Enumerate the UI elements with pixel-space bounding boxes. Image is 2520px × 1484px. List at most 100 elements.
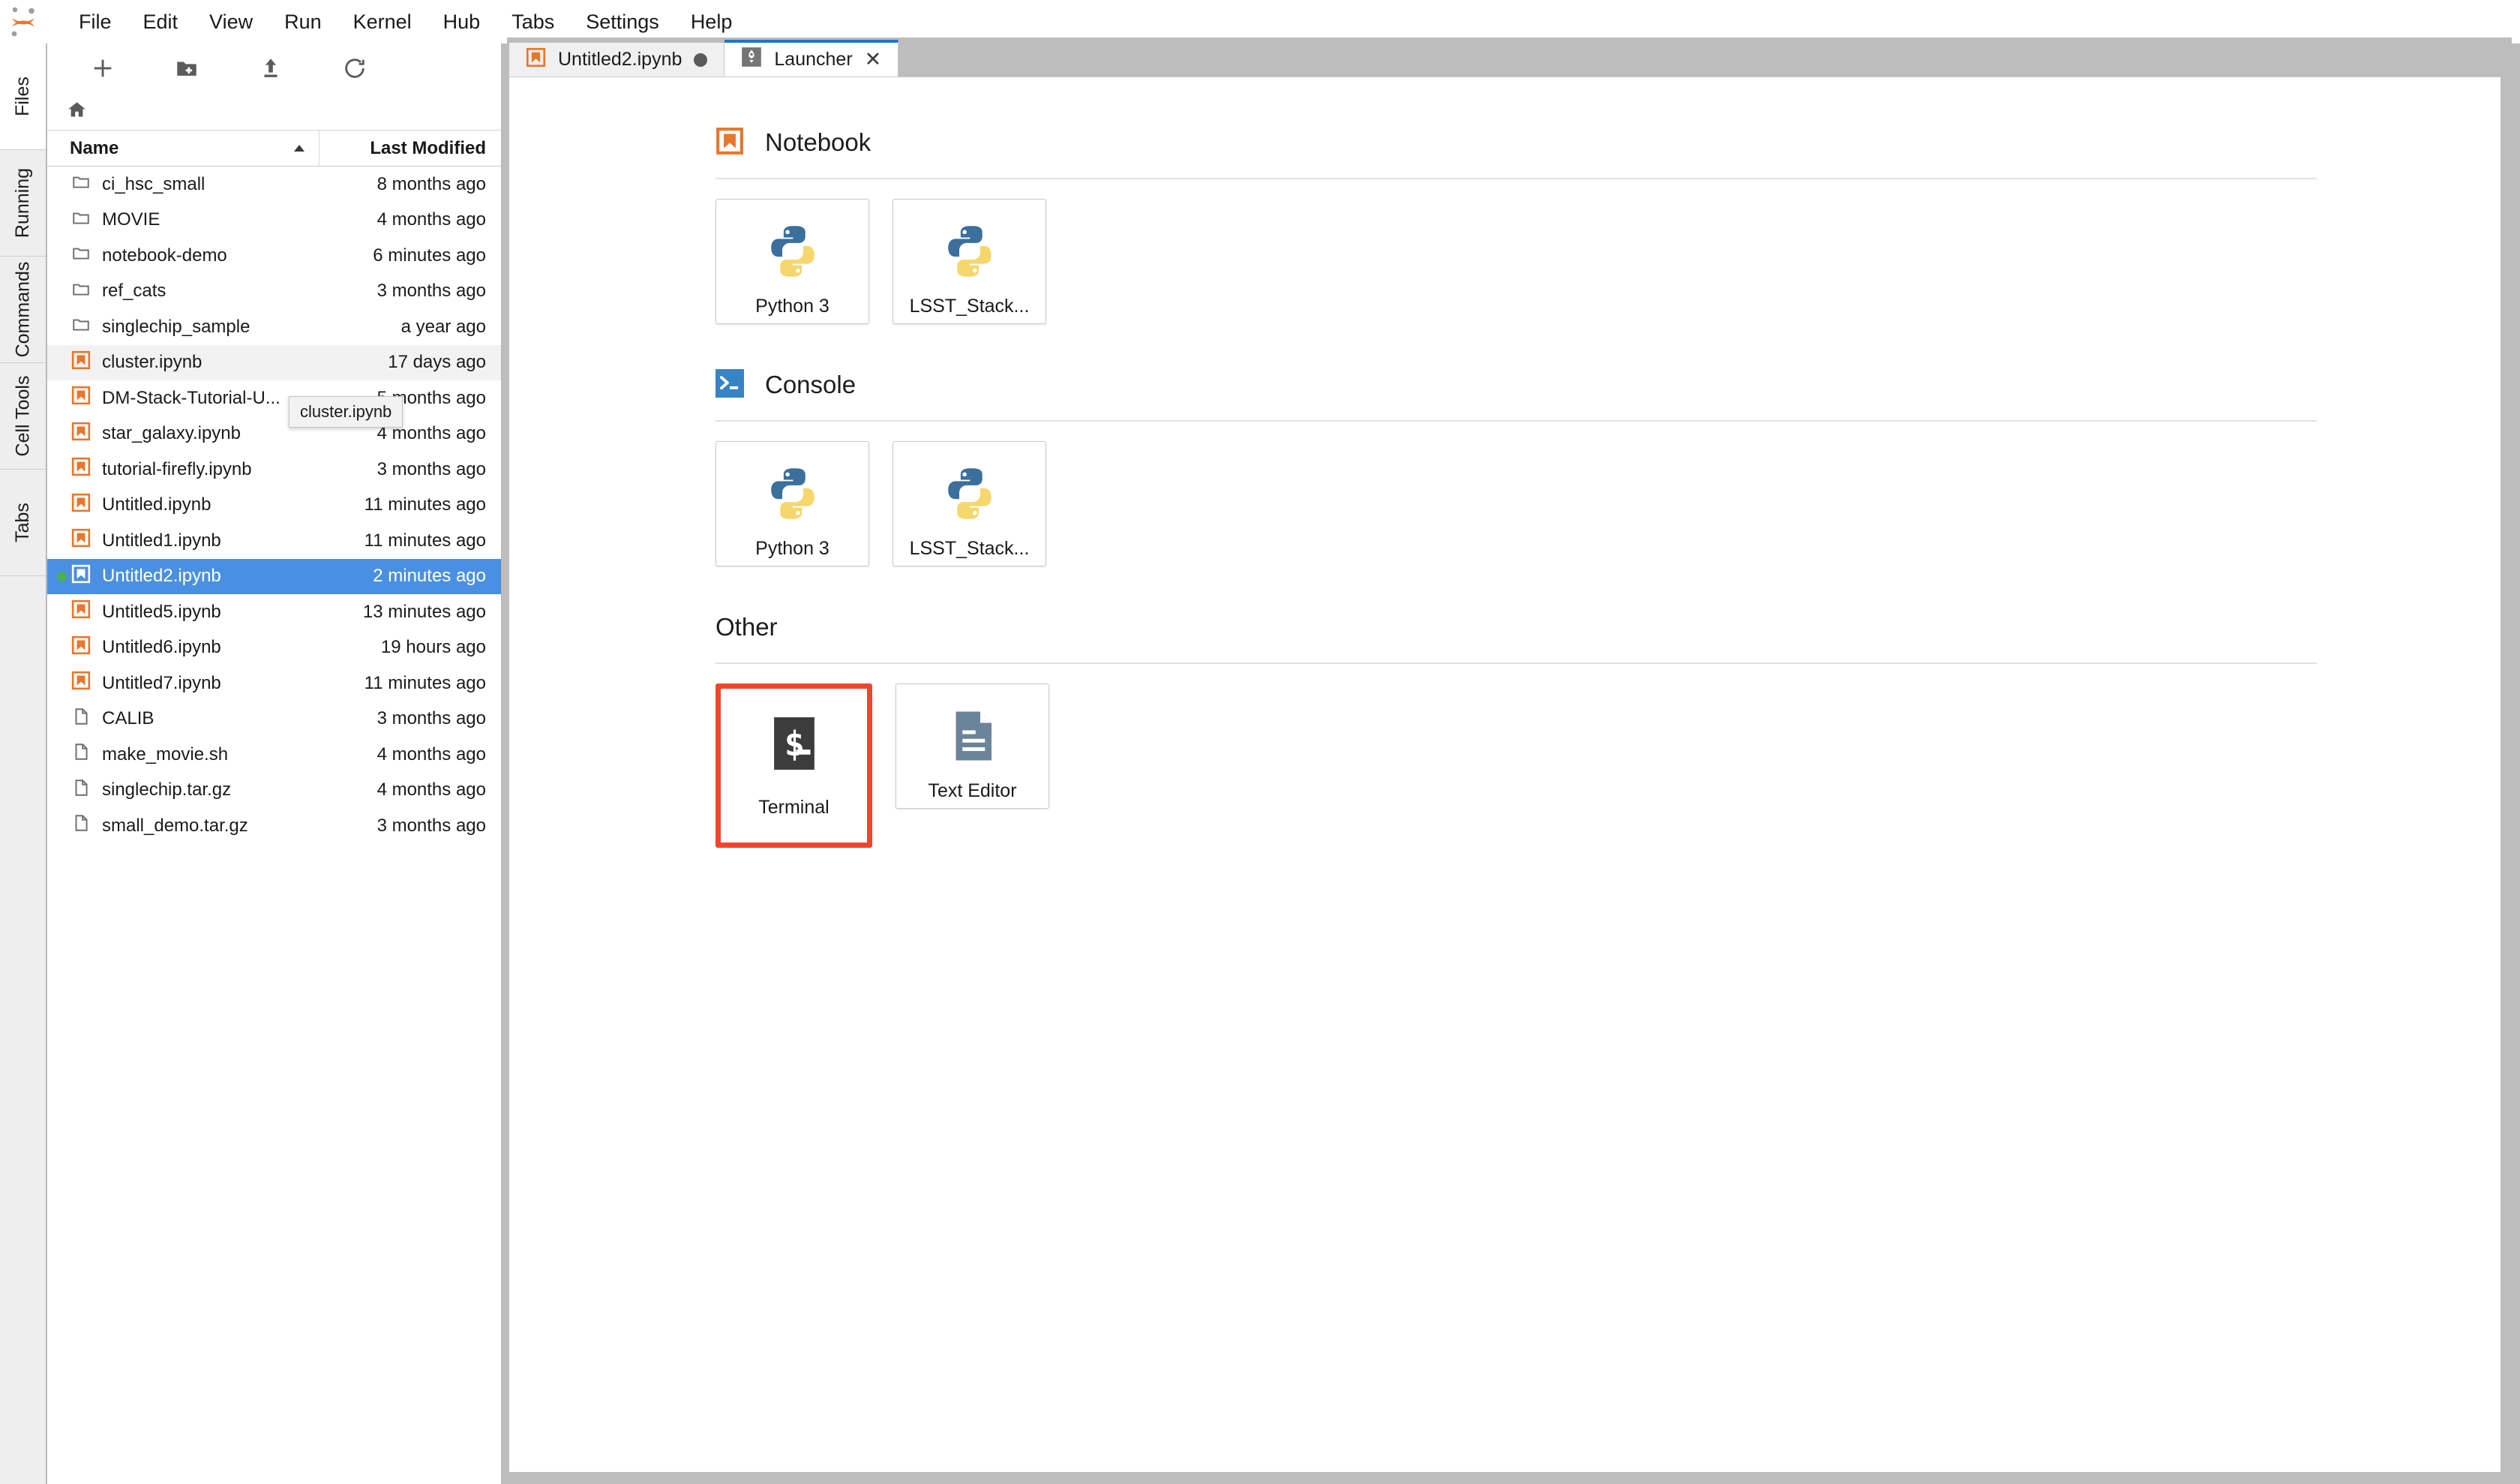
file-row[interactable]: CALIB 3 months ago — [47, 701, 501, 737]
file-name-cell[interactable]: small_demo.tar.gz — [47, 813, 320, 838]
file-row[interactable]: Untitled1.ipynb 11 minutes ago — [47, 523, 501, 559]
file-row[interactable]: notebook-demo 6 minutes ago — [47, 238, 501, 274]
file-modified-label: 3 months ago — [376, 281, 486, 302]
file-modified-label: 3 months ago — [376, 708, 486, 729]
column-header-last-modified[interactable]: Last Modified — [320, 131, 501, 167]
sidebar-tab-files[interactable]: Files — [0, 44, 46, 150]
file-name-cell[interactable]: DM-Stack-Tutorial-U... — [47, 386, 320, 410]
file-icon — [71, 778, 91, 803]
file-row[interactable]: singlechip.tar.gz 4 months ago — [47, 773, 501, 809]
sidebar-tab-tabs[interactable]: Tabs — [0, 470, 46, 576]
file-name-cell[interactable]: Untitled1.ipynb — [47, 528, 320, 553]
file-row[interactable]: Untitled5.ipynb 13 minutes ago — [47, 594, 501, 630]
folder-icon — [71, 208, 91, 233]
dock-tab-launcher[interactable]: Launcher ✕ — [724, 40, 899, 77]
launcher-section-header: Console — [716, 363, 2500, 407]
dock-tab-bar: Untitled2.ipynb Launcher ✕ — [507, 38, 2512, 77]
sidebar-tab-cell-tools[interactable]: Cell Tools — [0, 363, 46, 470]
file-row[interactable]: cluster.ipynb 17 days ago — [47, 344, 501, 380]
file-modified-label: 19 hours ago — [380, 637, 486, 658]
svg-text:$: $ — [784, 724, 805, 764]
refresh-button[interactable] — [313, 47, 397, 90]
file-name-label: tutorial-firefly.ipynb — [102, 458, 252, 479]
file-row[interactable]: tutorial-firefly.ipynb 3 months ago — [47, 452, 501, 488]
menu-item-file[interactable]: File — [63, 9, 128, 35]
file-modified-label: 3 months ago — [376, 458, 486, 479]
file-name-cell[interactable]: Untitled2.ipynb — [47, 564, 320, 589]
launcher-section: Console Python 3 LSST_Stack... — [716, 363, 2500, 605]
launcher-card-label: LSST_Stack... — [909, 538, 1030, 559]
column-header-name[interactable]: Name — [47, 130, 320, 167]
file-name-cell[interactable]: MOVIE — [47, 208, 320, 233]
file-row[interactable]: ref_cats 3 months ago — [47, 274, 501, 310]
file-browser-panel: Name Last Modified ci_hsc_small 8 months … — [47, 44, 502, 1484]
launcher-card-python-3[interactable]: Python 3 — [716, 441, 869, 566]
file-name-cell[interactable]: star_galaxy.ipynb — [47, 422, 320, 446]
sidebar-tab-commands[interactable]: Commands — [0, 257, 46, 363]
menu-item-settings[interactable]: Settings — [570, 9, 675, 35]
file-row[interactable]: singlechip_sample a year ago — [47, 309, 501, 345]
file-name-cell[interactable]: Untitled.ipynb — [47, 493, 320, 518]
file-modified-label: 8 months ago — [376, 173, 486, 194]
file-row[interactable]: ci_hsc_small 8 months ago — [47, 167, 501, 203]
home-icon[interactable] — [67, 100, 87, 124]
new-folder-button[interactable] — [145, 47, 229, 90]
file-name-cell[interactable]: notebook-demo — [47, 243, 320, 268]
launcher-card-lsst-stack[interactable]: LSST_Stack... — [892, 199, 1046, 324]
file-row[interactable]: MOVIE 4 months ago — [47, 203, 501, 239]
file-row[interactable]: Untitled7.ipynb 11 minutes ago — [47, 665, 501, 701]
file-name-label: Untitled1.ipynb — [102, 530, 221, 551]
file-name-cell[interactable]: tutorial-firefly.ipynb — [47, 457, 320, 482]
notebook-icon — [71, 422, 91, 446]
file-name-label: singlechip_sample — [102, 316, 250, 337]
new-launcher-button[interactable] — [61, 47, 145, 90]
sidebar-tab-running[interactable]: Running — [0, 150, 46, 257]
file-row[interactable]: small_demo.tar.gz 3 months ago — [47, 808, 501, 844]
launcher-card-lsst-stack[interactable]: LSST_Stack... — [892, 441, 1046, 566]
file-name-cell[interactable]: singlechip.tar.gz — [47, 778, 320, 803]
notebook-icon — [71, 386, 91, 410]
file-name-cell[interactable]: make_movie.sh — [47, 742, 320, 767]
menu-item-hub[interactable]: Hub — [428, 9, 496, 35]
notebook-icon — [71, 635, 91, 660]
launcher-panel: Notebook Python 3 LSST_Stack... Console Pyth… — [509, 77, 2500, 1472]
launcher-section-header: Notebook — [716, 121, 2500, 164]
file-row[interactable]: Untitled6.ipynb 19 hours ago — [47, 630, 501, 666]
file-list[interactable]: ci_hsc_small 8 months ago MOVIE 4 months ag… — [47, 167, 501, 1484]
sidebar-tab-running-label: Running — [12, 167, 34, 239]
file-name-cell[interactable]: cluster.ipynb — [47, 350, 320, 375]
launcher-card-terminal[interactable]: $ Terminal — [716, 683, 872, 848]
jupyterlab-window: File Edit View Run Kernel Hub Tabs Setti… — [0, 0, 2520, 1484]
upload-button[interactable] — [229, 47, 313, 90]
file-row[interactable]: make_movie.sh 4 months ago — [47, 737, 501, 773]
menu-item-help[interactable]: Help — [675, 9, 748, 35]
file-row[interactable]: Untitled.ipynb 11 minutes ago — [47, 488, 501, 524]
menu-item-tabs[interactable]: Tabs — [496, 9, 570, 35]
file-name-cell[interactable]: ref_cats — [47, 279, 320, 304]
menu-items: File Edit View Run Kernel Hub Tabs Setti… — [63, 9, 748, 35]
close-icon[interactable]: ✕ — [865, 50, 882, 70]
file-name-cell[interactable]: CALIB — [47, 707, 320, 731]
file-row[interactable]: star_galaxy.ipynb 4 months ago — [47, 416, 501, 452]
launcher-card-python-3[interactable]: Python 3 — [716, 199, 869, 324]
menu-item-view[interactable]: View — [194, 9, 268, 35]
file-modified-label: 11 minutes ago — [364, 494, 486, 515]
file-name-cell[interactable]: ci_hsc_small — [47, 172, 320, 197]
file-modified-label: 13 minutes ago — [362, 601, 486, 622]
file-name-cell[interactable]: Untitled5.ipynb — [47, 599, 320, 624]
file-name-cell[interactable]: singlechip_sample — [47, 314, 320, 339]
file-row[interactable]: Untitled2.ipynb 2 minutes ago — [47, 558, 501, 594]
menu-item-edit[interactable]: Edit — [128, 9, 194, 35]
notebook-icon — [71, 350, 91, 375]
launcher-section-divider — [716, 420, 2317, 422]
file-name-cell[interactable]: Untitled7.ipynb — [47, 671, 320, 695]
launcher-card-text-editor[interactable]: Text Editor — [896, 683, 1049, 809]
file-name-cell[interactable]: Untitled6.ipynb — [47, 635, 320, 660]
notebook-icon — [71, 493, 91, 518]
file-row[interactable]: DM-Stack-Tutorial-U... 5 months ago — [47, 380, 501, 416]
menu-item-run[interactable]: Run — [268, 9, 338, 35]
file-name-label: Untitled5.ipynb — [102, 601, 221, 622]
dock-tab-untitled2[interactable]: Untitled2.ipynb — [509, 43, 725, 77]
menu-item-kernel[interactable]: Kernel — [338, 9, 428, 35]
file-name-label: Untitled2.ipynb — [102, 566, 221, 587]
